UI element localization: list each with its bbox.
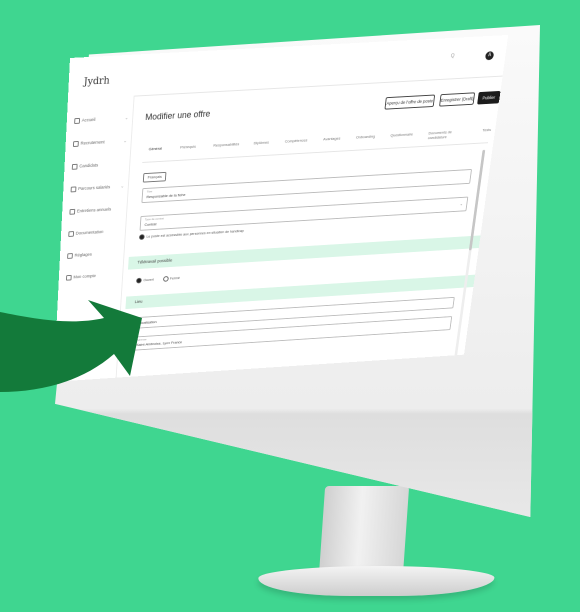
chevron-down-icon: ⌄ [123,138,128,144]
sidebar-item-label: Recrutement [80,139,105,146]
field-label: Type de contrat [144,216,164,222]
chevron-down-icon: ⌄ [459,201,464,207]
sidebar-item-parcours[interactable]: Parcours salariés ⌄ [70,184,124,193]
toggle-icon [138,234,145,240]
page-title: Modifier une offre [144,108,211,122]
tab-competences[interactable]: Compétences [285,138,308,144]
screen-viewport: Jydrh Q A Accueil ⌄ Recrutement ⌄ Candidat… [0,0,580,612]
radio-label: Fermé [169,276,180,281]
sidebar-item-label: Documentation [75,229,104,236]
gear-icon [67,253,73,259]
section-header: Télétravail possible [127,235,481,270]
chevron-down-icon: ⌄ [120,183,125,189]
tab-diplomes[interactable]: Diplômes [254,140,270,146]
field-value: Contrat [144,221,157,227]
tab-general[interactable]: Général [149,146,162,151]
preview-button[interactable]: Aperçu de l'offre de poste [384,94,436,110]
app-logo[interactable]: Jydrh [84,76,110,88]
tab-documents[interactable]: Documents de candidature [428,129,462,140]
radio-ouvert[interactable] [136,277,142,284]
field-value: Responsable de la fiche [146,192,186,200]
tab-tests[interactable]: Tests [482,127,491,132]
tab-questionnaire[interactable]: Questionnaire [390,132,413,138]
calendar-icon [69,208,76,215]
tab-onboarding[interactable]: Onboarding [356,134,376,140]
sidebar-item-recrutement[interactable]: Recrutement ⌄ [72,138,127,148]
info-note: Le poste est accessible aux personnes en… [146,229,244,239]
contract-type-select[interactable]: Type de contrat Contrat ⌄ [139,196,469,231]
sidebar-item-documentation[interactable]: Documentation [68,229,104,237]
sidebar-item-label: Candidats [79,162,99,169]
briefcase-icon [72,140,79,148]
document-icon [68,231,75,237]
tab-responsabilites[interactable]: Responsabilités [213,141,239,147]
sidebar-item-label: Mon compte [73,273,96,280]
sidebar-item-reglages[interactable]: Réglages [67,252,92,259]
tab-avantages[interactable]: Avantages [323,136,341,142]
sidebar-item-label: Parcours salariés [78,184,111,192]
chevron-down-icon: ⌄ [124,115,129,121]
sidebar-item-compte[interactable]: Mon compte [65,273,96,281]
language-chip[interactable]: Français [142,171,167,183]
tab-prerequis[interactable]: Prérequis [180,144,196,150]
section-title: Télétravail possible [137,257,173,265]
sidebar-item-label: Entretiens annuels [76,206,112,214]
search-icon[interactable]: Q [450,52,471,61]
app-screen: Jydrh Q A Accueil ⌄ Recrutement ⌄ Candidat… [53,34,509,382]
publish-button[interactable]: Publier [477,90,501,105]
home-icon [74,117,81,125]
section-title: Lieu [134,299,143,305]
save-draft-button[interactable]: Enregistrer (Draft) [439,92,476,107]
handicap-toggle[interactable]: Le poste est accessible aux personnes en… [138,228,244,240]
radio-group: Ouvert Fermé [136,275,180,284]
radio-ferme[interactable] [162,276,169,282]
route-icon [70,186,77,193]
tab-bar: Général Prérequis Responsabilités Diplôm… [142,121,491,163]
sidebar-item-label: Réglages [74,252,93,258]
title-field[interactable]: Titre Responsable de la fiche [141,168,473,204]
avatar[interactable]: A [484,51,495,61]
main-content: Modifier une offre Aperçu de l'offre de … [121,76,503,378]
sidebar-item-label: Accueil [81,117,96,123]
users-icon [71,163,78,170]
sidebar-item-candidats[interactable]: Candidats [71,162,99,170]
user-icon [65,274,72,281]
sidebar-item-entretiens[interactable]: Entretiens annuels [69,207,111,215]
sidebar-item-accueil[interactable]: Accueil ⌄ [74,115,129,125]
radio-label: Ouvert [143,277,154,283]
field-value: Localisation [137,319,157,326]
field-label: Titre [146,189,153,194]
